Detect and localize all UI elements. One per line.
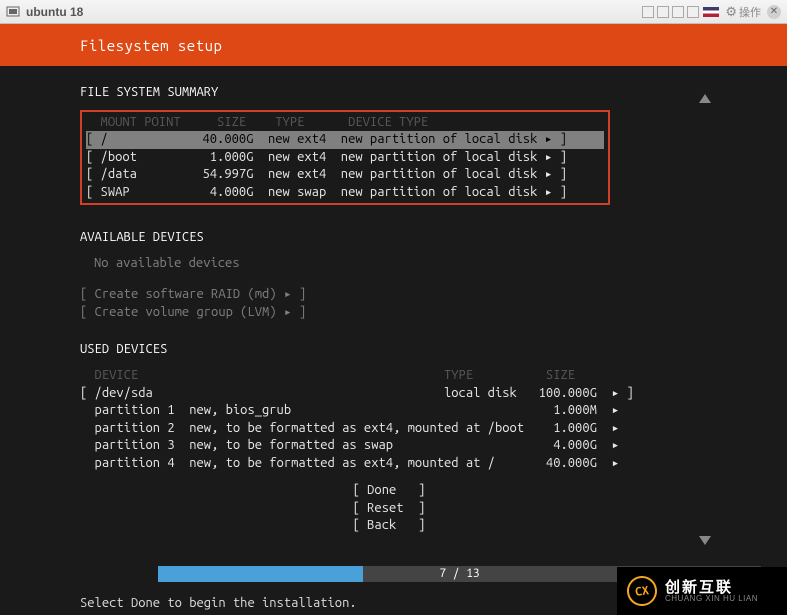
back-button[interactable]: [ Back ]	[80, 517, 698, 535]
fs-row[interactable]: [ SWAP 4.000G new swap new partition of …	[86, 184, 604, 202]
fs-summary-table: MOUNT POINT SIZE TYPE DEVICE TYPE [ / 40…	[80, 110, 610, 206]
used-header: DEVICE TYPE SIZE	[80, 367, 698, 385]
gear-icon[interactable]: ⚙	[725, 4, 737, 20]
no-devices-text: No available devices	[80, 255, 698, 273]
reset-button[interactable]: [ Reset ]	[80, 500, 698, 518]
action-menu[interactable]: 操作	[739, 4, 761, 20]
close-icon[interactable]: ✕	[767, 5, 781, 19]
used-device-row[interactable]: [ /dev/sda local disk 100.000G ▸ ]	[80, 385, 698, 403]
used-title: USED DEVICES	[80, 341, 698, 359]
available-option[interactable]: [ Create software RAID (md) ▸ ]	[80, 286, 698, 304]
watermark: CX 创新互联 CHUANG XIN HU LIAN	[617, 567, 787, 615]
scrollbar[interactable]	[699, 94, 711, 545]
watermark-en: CHUANG XIN HU LIAN	[665, 595, 758, 603]
window-control-2[interactable]	[657, 6, 669, 18]
window-control-1[interactable]	[642, 6, 654, 18]
available-option[interactable]: [ Create volume group (LVM) ▸ ]	[80, 304, 698, 322]
vm-icon	[6, 5, 20, 19]
scroll-up-icon[interactable]	[699, 94, 711, 103]
window-control-3[interactable]	[672, 6, 684, 18]
watermark-cn: 创新互联	[665, 580, 758, 595]
fs-summary-header: MOUNT POINT SIZE TYPE DEVICE TYPE	[86, 114, 604, 132]
used-device-row[interactable]: partition 1 new, bios_grub 1.000M ▸	[80, 402, 698, 420]
used-device-row[interactable]: partition 4 new, to be formatted as ext4…	[80, 455, 698, 473]
scroll-down-icon[interactable]	[699, 536, 711, 545]
window-titlebar: ubuntu 18 ⚙ 操作 ✕	[0, 0, 787, 24]
locale-flag-icon[interactable]	[703, 7, 719, 17]
watermark-logo-icon: CX	[625, 574, 659, 608]
page-title: Filesystem setup	[80, 37, 222, 54]
window-title: ubuntu 18	[26, 5, 83, 19]
used-device-row[interactable]: partition 2 new, to be formatted as ext4…	[80, 420, 698, 438]
window-control-4[interactable]	[687, 6, 699, 18]
used-devices-section: USED DEVICES DEVICE TYPE SIZE [ /dev/sda…	[80, 341, 698, 472]
action-buttons: [ Done ] [ Reset ] [ Back ]	[80, 482, 698, 535]
hint-text: Select Done to begin the installation.	[80, 596, 357, 610]
terminal-body: FILE SYSTEM SUMMARY MOUNT POINT SIZE TYP…	[0, 66, 787, 615]
available-devices-section: AVAILABLE DEVICES No available devices […	[80, 229, 698, 321]
fs-row[interactable]: [ /boot 1.000G new ext4 new partition of…	[86, 149, 604, 167]
fs-row[interactable]: [ /data 54.997G new ext4 new partition o…	[86, 166, 604, 184]
done-button[interactable]: [ Done ]	[80, 482, 698, 500]
available-title: AVAILABLE DEVICES	[80, 229, 698, 247]
used-device-row[interactable]: partition 3 new, to be formatted as swap…	[80, 437, 698, 455]
fs-row[interactable]: [ / 40.000G new ext4 new partition of lo…	[86, 131, 604, 149]
fs-summary-title: FILE SYSTEM SUMMARY	[80, 84, 698, 102]
installer-header: Filesystem setup	[0, 24, 787, 66]
